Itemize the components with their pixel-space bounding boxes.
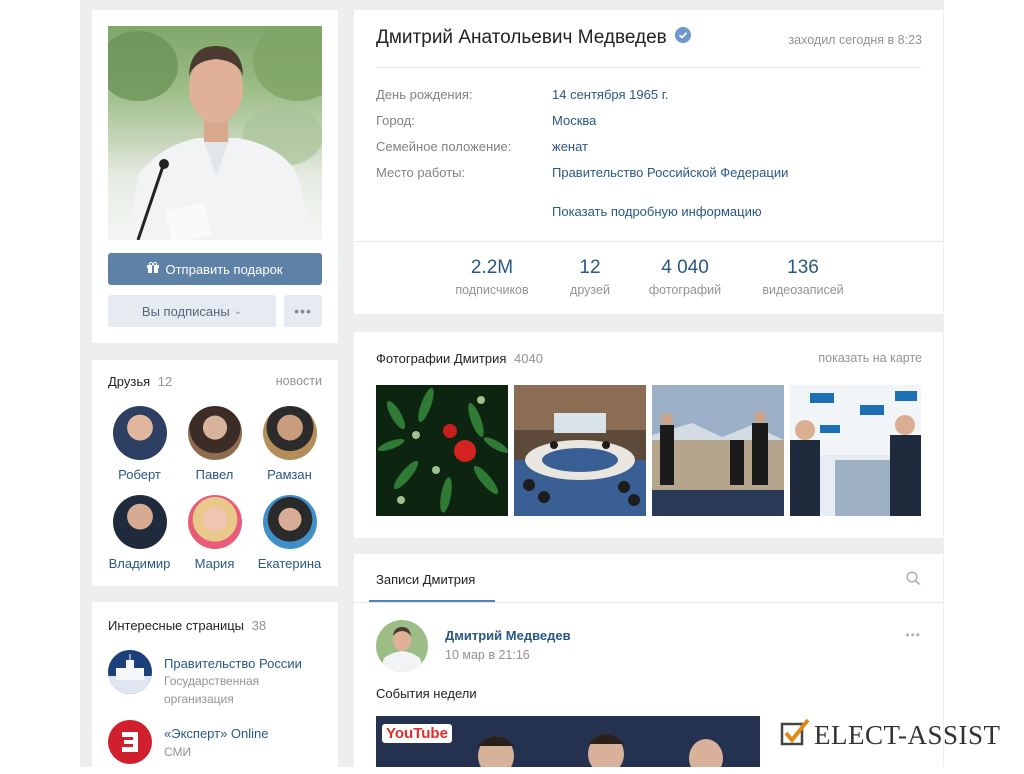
page-link-government[interactable]: Правительство России <box>164 656 302 671</box>
checkbox-check-icon <box>780 718 810 753</box>
post-author-avatar[interactable] <box>376 620 428 672</box>
counter-value: 4 040 <box>661 257 709 278</box>
counter-followers[interactable]: 2.2M подписчиков <box>442 257 542 297</box>
avatar-card: Отправить подарок Вы подписаны ⌄ ••• <box>92 10 338 343</box>
photo-meeting-hall-image <box>514 385 646 516</box>
friend-avatar <box>187 406 242 460</box>
info-value-work[interactable]: Правительство Российской Федерации <box>552 165 788 180</box>
post-text: События недели <box>376 686 477 701</box>
counter-label: видеозаписей <box>762 283 844 297</box>
last-seen-status: заходил сегодня в 8:23 <box>788 33 922 47</box>
profile-header: Дмитрий Анатольевич Медведев <box>376 27 691 49</box>
friend-avatar <box>262 406 317 460</box>
friend-item[interactable]: Роберт <box>102 406 177 482</box>
info-value-relationship[interactable]: женат <box>552 139 588 154</box>
profile-info-card: Дмитрий Анатольевич Медведев заходил сег… <box>354 10 943 314</box>
counter-label: фотографий <box>648 283 722 297</box>
subscribed-button[interactable]: Вы подписаны ⌄ <box>108 295 276 327</box>
post-menu-button[interactable]: ••• <box>905 628 921 642</box>
friend-item[interactable]: Павел <box>177 406 252 482</box>
pages-header[interactable]: Интересные страницы 38 <box>108 618 266 633</box>
friend-avatar <box>262 495 317 549</box>
friend-avatar <box>112 495 167 549</box>
friend-name: Рамзан <box>267 467 312 482</box>
counter-label: друзей <box>570 283 610 297</box>
friend-name: Владимир <box>108 556 171 571</box>
subscribed-label: Вы подписаны <box>141 303 230 319</box>
counter-friends[interactable]: 12 друзей <box>550 257 630 297</box>
friend-item[interactable]: Мария <box>177 495 252 571</box>
counter-value: 136 <box>787 257 819 278</box>
counter-videos[interactable]: 136 видеозаписей <box>748 257 858 297</box>
photo-thumbnail[interactable] <box>514 385 646 516</box>
counters-divider <box>354 241 943 242</box>
friend-name: Екатерина <box>257 556 322 571</box>
profile-photo-image <box>108 26 322 240</box>
tab-wall-posts[interactable]: Записи Дмитрия <box>376 572 475 587</box>
page-desc: Государственная <box>164 674 260 688</box>
counter-photos[interactable]: 4 040 фотографий <box>638 257 732 297</box>
info-label-work: Место работы: <box>376 165 466 180</box>
profile-name: Дмитрий Анатольевич Медведев <box>376 27 667 48</box>
friends-card: Друзья 12 новости Роберт Павел Рамзан Вл… <box>92 360 338 586</box>
header-divider <box>376 67 921 68</box>
show-details-link[interactable]: Показать подробную информацию <box>552 204 762 219</box>
verified-icon <box>674 27 691 49</box>
friend-item[interactable]: Екатерина <box>252 495 327 571</box>
friend-avatar <box>112 406 167 460</box>
friends-title: Друзья <box>108 374 151 389</box>
photo-thumbnail[interactable] <box>652 385 784 516</box>
gift-icon <box>147 261 160 277</box>
friends-news-link[interactable]: новости <box>276 374 322 388</box>
youtube-logo-icon: YouTube <box>382 724 452 743</box>
friend-name: Павел <box>195 467 234 482</box>
government-logo-icon[interactable] <box>108 650 152 694</box>
page-desc: организация <box>164 692 234 706</box>
page-link-expert[interactable]: «Эксперт» Online <box>164 726 269 741</box>
friend-name: Роберт <box>118 467 161 482</box>
friend-item[interactable]: Рамзан <box>252 406 327 482</box>
post-author-name[interactable]: Дмитрий Медведев <box>445 628 571 643</box>
tab-divider <box>354 602 943 603</box>
page-desc: СМИ <box>164 745 192 759</box>
search-icon[interactable] <box>906 571 921 591</box>
counter-value: 12 <box>579 257 601 278</box>
interesting-pages-card: Интересные страницы 38 Правительство Рос… <box>92 602 338 772</box>
pages-count: 38 <box>251 618 267 633</box>
pages-title: Интересные страницы <box>108 618 245 633</box>
counter-label: подписчиков <box>455 283 529 297</box>
post-video-preview[interactable]: YouTube <box>376 716 760 767</box>
photo-officials-image <box>652 385 784 516</box>
profile-photo[interactable] <box>108 26 322 240</box>
friends-count: 12 <box>157 374 173 389</box>
chevron-down-icon: ⌄ <box>233 305 243 317</box>
friend-item[interactable]: Владимир <box>102 495 177 571</box>
friend-avatar <box>187 495 242 549</box>
info-value-city[interactable]: Москва <box>552 113 596 128</box>
show-on-map-link[interactable]: показать на карте <box>818 351 922 365</box>
friend-name: Мария <box>194 556 235 571</box>
photo-tulips-image <box>376 385 508 516</box>
watermark: ELECT-ASSIST <box>780 718 1001 753</box>
photos-title: Фотографии Дмитрия <box>376 351 507 366</box>
info-label-city: Город: <box>376 113 415 128</box>
photos-count: 4040 <box>514 351 543 366</box>
photo-thumbnail[interactable] <box>790 385 921 516</box>
counter-value: 2.2M <box>470 257 514 278</box>
photo-conference-image <box>790 385 921 516</box>
info-label-relationship: Семейное положение: <box>376 139 512 154</box>
watermark-text: ELECT-ASSIST <box>814 720 1001 750</box>
send-gift-label: Отправить подарок <box>165 261 283 277</box>
info-label-birthday: День рождения: <box>376 87 473 102</box>
post-date[interactable]: 10 мар в 21:16 <box>445 648 530 662</box>
send-gift-button[interactable]: Отправить подарок <box>108 253 322 285</box>
photos-header[interactable]: Фотографии Дмитрия 4040 <box>376 351 543 366</box>
expert-logo-icon[interactable] <box>108 720 152 764</box>
info-value-birthday[interactable]: 14 сентября 1965 г. <box>552 87 668 102</box>
friends-header[interactable]: Друзья 12 <box>108 374 172 389</box>
more-actions-button[interactable]: ••• <box>284 295 322 327</box>
photo-thumbnail[interactable] <box>376 385 508 516</box>
